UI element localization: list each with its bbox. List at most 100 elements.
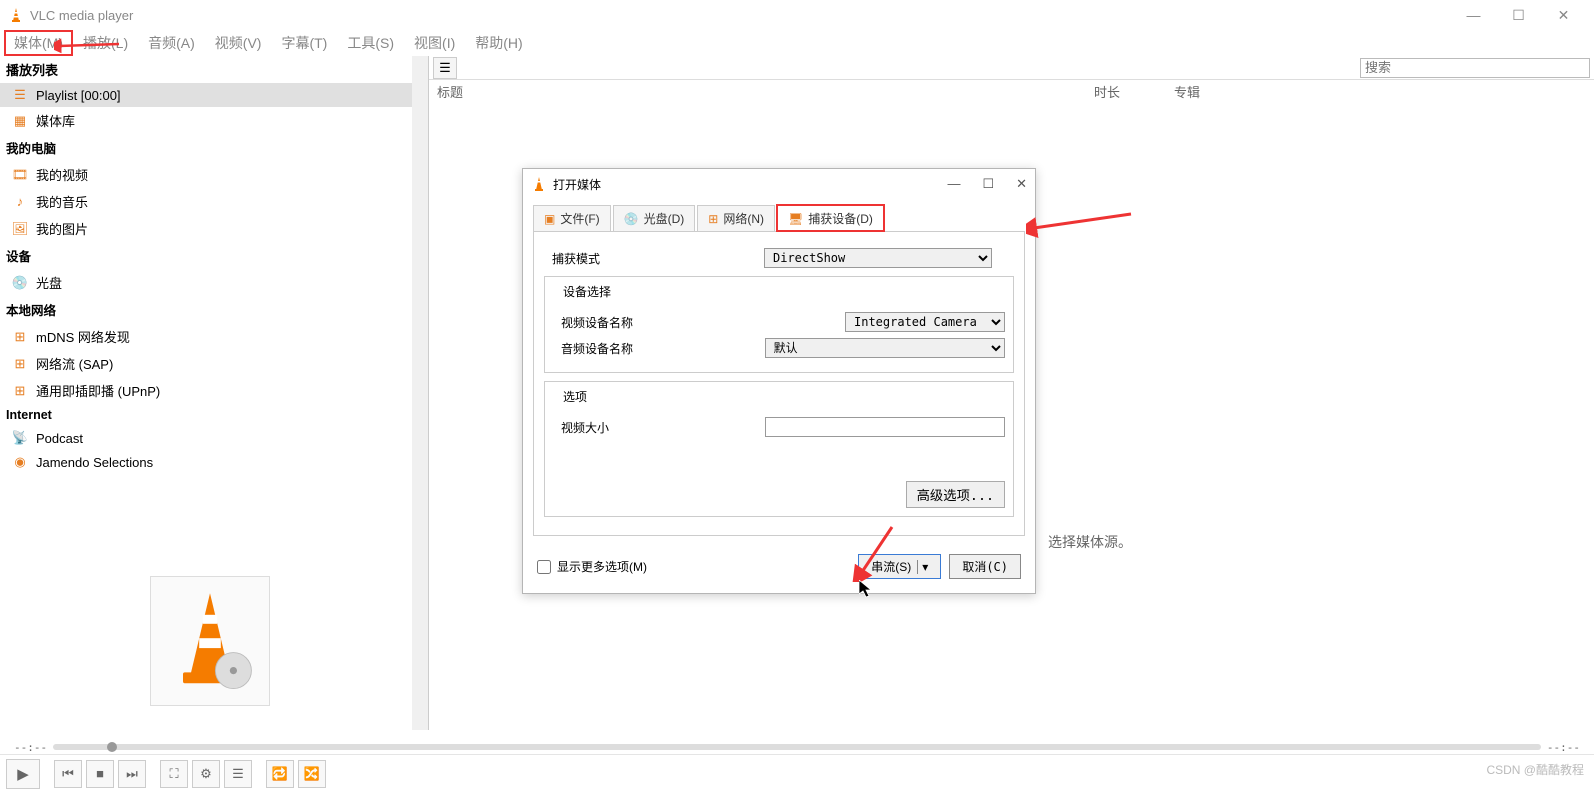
open-media-dialog: 打开媒体 — ☐ ✕ ▣ 文件(F) 💿 光盘(D) ⊞ 网络(N) 🖥 捕获设… <box>522 168 1036 594</box>
dialog-close-icon[interactable]: ✕ <box>1016 176 1027 192</box>
sidebar-item-medialib[interactable]: ▦ 媒体库 <box>0 107 412 134</box>
col-title[interactable]: 标题 <box>437 82 1094 101</box>
previous-button[interactable]: ⏮ <box>54 760 82 788</box>
library-icon: ▦ <box>12 113 28 129</box>
sidebar-item-podcast[interactable]: 📡 Podcast <box>0 426 412 450</box>
titlebar: VLC media player — ☐ ✕ <box>0 0 1594 30</box>
menu-video[interactable]: 视频(V) <box>205 30 272 56</box>
window-maximize-icon[interactable]: ☐ <box>1496 7 1541 24</box>
capture-mode-select[interactable]: DirectShow <box>764 248 992 268</box>
menu-tools[interactable]: 工具(S) <box>337 30 404 56</box>
col-album[interactable]: 专辑 <box>1174 82 1594 101</box>
network-icon: ⊞ <box>12 383 28 399</box>
sidebar-section-computer: 我的电脑 <box>0 134 412 161</box>
menu-subtitle[interactable]: 字幕(T) <box>271 30 337 56</box>
show-more-options-checkbox[interactable]: 显示更多选项(M) <box>537 558 647 575</box>
network-icon: ⊞ <box>12 329 28 345</box>
playlist-sidebar: 播放列表 ☰ Playlist [00:00] ▦ 媒体库 我的电脑 🎞 我的视… <box>0 56 412 730</box>
empty-hint: 选择媒体源。 <box>1048 532 1132 552</box>
sidebar-item-mdns[interactable]: ⊞ mDNS 网络发现 <box>0 323 412 350</box>
sidebar-item-label: 通用即插即播 (UPnP) <box>36 381 160 400</box>
capture-mode-label: 捕获模式 <box>544 250 764 267</box>
network-icon: ⊞ <box>708 212 718 226</box>
tab-network[interactable]: ⊞ 网络(N) <box>697 205 775 231</box>
cancel-button[interactable]: 取消(C) <box>949 554 1021 579</box>
playlist-button[interactable]: ☰ <box>224 760 252 788</box>
dialog-titlebar: 打开媒体 — ☐ ✕ <box>523 169 1035 199</box>
sidebar-item-videos[interactable]: 🎞 我的视频 <box>0 161 412 188</box>
fullscreen-button[interactable]: ⛶ <box>160 760 188 788</box>
stream-button[interactable]: 串流(S) ▾ <box>858 554 941 579</box>
disc-icon: 💿 <box>12 275 28 291</box>
window-minimize-icon[interactable]: — <box>1451 7 1496 24</box>
network-icon: ⊞ <box>12 356 28 372</box>
loop-button[interactable]: 🔁 <box>266 760 294 788</box>
seek-slider[interactable] <box>53 744 1541 750</box>
time-total: --:-- <box>1541 741 1586 754</box>
dialog-maximize-icon[interactable]: ☐ <box>982 176 994 192</box>
playlist-icon: ☰ <box>12 87 28 103</box>
menu-playback[interactable]: 播放(L) <box>73 30 138 56</box>
dialog-minimize-icon[interactable]: — <box>947 176 960 192</box>
time-elapsed: --:-- <box>8 741 53 754</box>
view-mode-button[interactable]: ☰ <box>433 57 457 79</box>
audio-device-label: 音频设备名称 <box>553 340 765 357</box>
window-title: VLC media player <box>30 8 133 23</box>
menu-audio[interactable]: 音频(A) <box>138 30 205 56</box>
sidebar-item-pictures[interactable]: 🖼 我的图片 <box>0 215 412 242</box>
dialog-title: 打开媒体 <box>553 176 601 193</box>
video-size-input[interactable] <box>765 417 1005 437</box>
sidebar-item-label: mDNS 网络发现 <box>36 327 130 346</box>
tab-capture[interactable]: 🖥 捕获设备(D) <box>777 205 884 231</box>
video-device-label: 视频设备名称 <box>553 314 773 331</box>
options-section-label: 选项 <box>559 388 591 405</box>
video-device-select[interactable]: Integrated Camera <box>845 312 1005 332</box>
play-button[interactable]: ▶ <box>6 759 40 789</box>
tab-disc[interactable]: 💿 光盘(D) <box>613 205 696 231</box>
stream-dropdown-icon[interactable]: ▾ <box>917 560 928 574</box>
sidebar-item-label: Podcast <box>36 431 83 446</box>
sidebar-item-label: 我的视频 <box>36 165 88 184</box>
sidebar-header: 播放列表 <box>0 56 412 83</box>
sidebar-item-label: Playlist [00:00] <box>36 88 121 103</box>
menu-view[interactable]: 视图(I) <box>404 30 465 56</box>
vlc-cone-icon <box>531 176 547 192</box>
music-icon: ♪ <box>12 194 28 210</box>
sidebar-item-playlist[interactable]: ☰ Playlist [00:00] <box>0 83 412 107</box>
advanced-options-button[interactable]: 高级选项... <box>906 481 1005 508</box>
menu-help[interactable]: 帮助(H) <box>465 30 532 56</box>
sidebar-item-label: 我的图片 <box>36 219 88 238</box>
menu-media[interactable]: 媒体(M) <box>4 30 73 56</box>
shuffle-button[interactable]: 🔀 <box>298 760 326 788</box>
sidebar-item-disc[interactable]: 💿 光盘 <box>0 269 412 296</box>
sidebar-item-label: Jamendo Selections <box>36 455 153 470</box>
sidebar-item-upnp[interactable]: ⊞ 通用即插即播 (UPnP) <box>0 377 412 404</box>
sidebar-item-music[interactable]: ♪ 我的音乐 <box>0 188 412 215</box>
col-duration[interactable]: 时长 <box>1094 82 1174 101</box>
sidebar-item-sap[interactable]: ⊞ 网络流 (SAP) <box>0 350 412 377</box>
capture-icon: 🖥 <box>788 212 803 226</box>
next-button[interactable]: ⏭ <box>118 760 146 788</box>
sidebar-item-label: 网络流 (SAP) <box>36 354 113 373</box>
extended-settings-button[interactable]: ⚙ <box>192 760 220 788</box>
stop-button[interactable]: ■ <box>86 760 114 788</box>
jamendo-icon: ◉ <box>12 454 28 470</box>
show-more-options-input[interactable] <box>537 560 551 574</box>
vlc-cone-art <box>150 576 270 706</box>
watermark: CSDN @酷酷教程 <box>1486 761 1584 778</box>
search-input[interactable] <box>1360 58 1590 78</box>
sidebar-scrollbar[interactable] <box>412 56 428 730</box>
podcast-icon: 📡 <box>12 430 28 446</box>
sidebar-section-internet: Internet <box>0 404 412 426</box>
column-headers: 标题 时长 专辑 <box>429 80 1594 102</box>
sidebar-section-devices: 设备 <box>0 242 412 269</box>
video-size-label: 视频大小 <box>553 419 765 436</box>
tab-file[interactable]: ▣ 文件(F) <box>533 205 611 231</box>
sidebar-item-jamendo[interactable]: ◉ Jamendo Selections <box>0 450 412 474</box>
audio-device-select[interactable]: 默认 <box>765 338 1005 358</box>
dialog-tabs: ▣ 文件(F) 💿 光盘(D) ⊞ 网络(N) 🖥 捕获设备(D) <box>523 199 1035 231</box>
player-controls: --:-- --:-- ▶ ⏮ ■ ⏭ ⛶ ⚙ ☰ 🔁 🔀 <box>0 740 1594 792</box>
film-icon: 🎞 <box>12 167 28 183</box>
sidebar-item-label: 媒体库 <box>36 111 75 130</box>
window-close-icon[interactable]: ✕ <box>1541 7 1586 24</box>
